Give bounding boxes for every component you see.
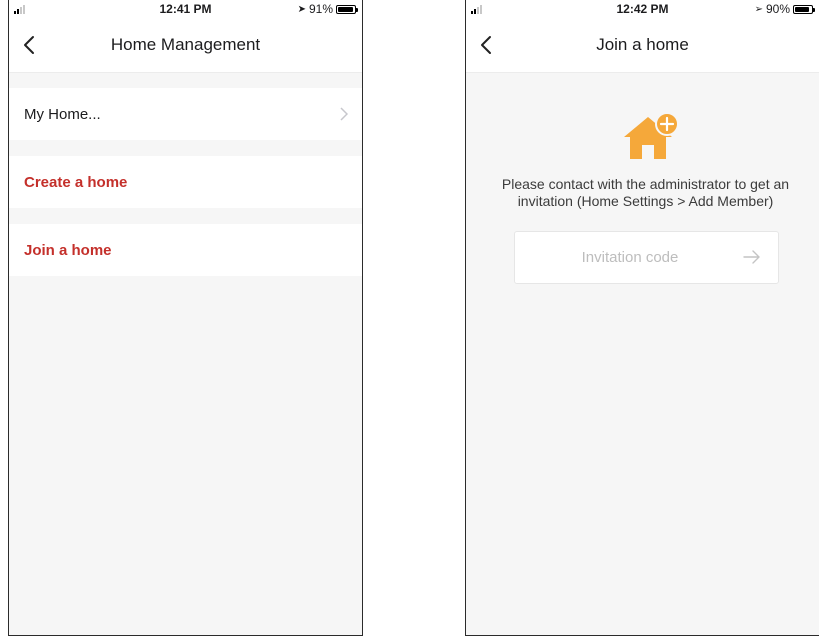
arrow-right-icon[interactable] <box>743 249 761 265</box>
location-icon: ➢ <box>754 3 763 15</box>
house-plus-icon <box>622 111 680 161</box>
chevron-right-icon <box>340 107 348 121</box>
nav-bar: Join a home <box>466 18 819 73</box>
invitation-code-field <box>514 231 779 284</box>
page-title: Join a home <box>596 35 689 54</box>
battery-icon <box>336 4 358 14</box>
battery-percent: 90% <box>765 2 790 16</box>
nav-bar: Home Management <box>9 18 362 73</box>
list-item-label: My Home... <box>24 105 101 123</box>
instruction-text: Please contact with the administrator to… <box>501 176 790 209</box>
create-home-button[interactable]: Create a home <box>9 156 362 208</box>
join-home-button[interactable]: Join a home <box>9 224 362 276</box>
page-title: Home Management <box>110 35 261 54</box>
list-item-my-home[interactable]: My Home... <box>9 88 362 140</box>
battery-percent: 91% <box>308 2 333 16</box>
battery-icon <box>793 4 815 14</box>
status-bar: 12:41 PM ➤ 91% <box>9 0 362 18</box>
location-icon: ➤ <box>297 3 306 15</box>
status-bar: 12:42 PM ➢ 90% <box>466 0 819 18</box>
join-home-screen: 12:42 PM ➢ 90% Join a home Please contac… <box>465 0 819 636</box>
create-home-label: Create a home <box>24 173 128 191</box>
invitation-code-input[interactable] <box>515 232 725 283</box>
join-home-label: Join a home <box>24 241 112 259</box>
home-management-screen: 12:41 PM ➤ 91% Home Management My Home..… <box>8 0 363 636</box>
